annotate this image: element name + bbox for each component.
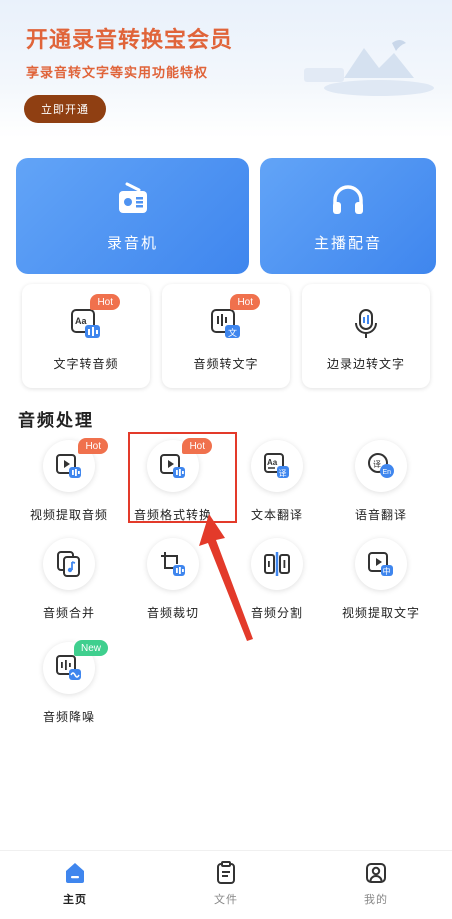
hot-badge: Hot: [90, 294, 120, 310]
annotation-arrow-icon: [199, 514, 253, 641]
crop-icon: [161, 552, 185, 576]
denoise-icon: [56, 655, 81, 680]
open-vip-button[interactable]: 立即开通: [24, 95, 106, 123]
video-text-icon: 中: [368, 552, 393, 576]
banner-subtitle: 享录音转文字等实用功能特权: [26, 66, 209, 81]
text-to-audio-icon: Aa: [71, 308, 100, 338]
tool-icon-circle: [147, 538, 199, 590]
svg-text:译: 译: [279, 469, 287, 478]
tool-video-extract-audio[interactable]: Hot 视频提取音频: [14, 438, 124, 530]
headphones-icon: [333, 184, 363, 214]
svg-text:译: 译: [373, 460, 381, 469]
new-badge: New: [73, 640, 108, 656]
tool-label: 视频提取音频: [29, 508, 108, 522]
nav-mine-label: 我的: [364, 893, 388, 906]
nav-home[interactable]: 主页: [45, 861, 105, 907]
file-icon: [217, 861, 235, 884]
anchor-dubbing-label: 主播配音: [313, 233, 382, 252]
audio-to-text-card[interactable]: Hot 文 音频转文字: [162, 284, 290, 388]
tool-icon-circle: [43, 538, 95, 590]
nav-mine[interactable]: 我的: [346, 861, 406, 907]
hot-badge: Hot: [230, 294, 260, 310]
tool-label: 音频裁切: [146, 606, 199, 620]
merge-icon: [57, 551, 80, 577]
split-icon: [264, 552, 290, 576]
text-to-audio-label: 文字转音频: [53, 356, 119, 371]
radio-icon: [118, 182, 147, 213]
svg-text:中: 中: [383, 566, 391, 576]
tool-audio-merge[interactable]: 音频合并: [14, 538, 124, 628]
section-title-audio-processing: 音频处理: [18, 411, 94, 431]
microphone-icon: [355, 308, 377, 338]
tool-label: 视频提取文字: [341, 606, 420, 620]
tool-audio-denoise[interactable]: New 音频降噪: [14, 640, 124, 732]
banner-title: 开通录音转换宝会员: [26, 27, 234, 53]
tool-label: 语音翻译: [354, 508, 407, 522]
svg-text:En: En: [383, 469, 392, 476]
video-audio-icon: [56, 454, 81, 478]
svg-text:Aa: Aa: [267, 458, 278, 467]
recorder-label: 录音机: [106, 233, 158, 252]
audio-to-text-label: 音频转文字: [193, 356, 259, 371]
banner-decoration-icon: [304, 40, 434, 96]
tool-icon-circle: Aa 译: [251, 440, 303, 492]
nav-home-label: 主页: [63, 893, 87, 906]
audio-to-text-icon: 文: [211, 308, 240, 339]
home-icon: [66, 863, 84, 883]
tool-icon-circle: 译 En: [355, 440, 407, 492]
nav-files[interactable]: 文件: [196, 861, 256, 907]
live-transcribe-label: 边录边转文字: [326, 356, 405, 371]
bottom-nav: 主页 文件 我的: [0, 850, 452, 919]
recorder-card[interactable]: 录音机: [16, 158, 249, 274]
tool-video-extract-text[interactable]: 中 视频提取文字: [326, 538, 436, 628]
anchor-dubbing-card[interactable]: 主播配音: [260, 158, 436, 274]
tool-label: 音频降噪: [42, 710, 95, 724]
text-translate-icon: Aa 译: [264, 453, 289, 478]
voice-translate-icon: 译 En: [368, 453, 394, 478]
live-transcribe-card[interactable]: 边录边转文字: [302, 284, 430, 388]
text-to-audio-card[interactable]: Hot Aa 文字转音频: [22, 284, 150, 388]
tool-label: 音频合并: [42, 606, 95, 620]
hot-badge: Hot: [78, 438, 108, 454]
nav-files-label: 文件: [214, 893, 238, 906]
vip-banner[interactable]: 开通录音转换宝会员 享录音转文字等实用功能特权 立即开通: [0, 0, 452, 138]
user-icon: [366, 863, 386, 883]
tool-voice-translate[interactable]: 译 En 语音翻译: [326, 440, 436, 530]
svg-text:Aa: Aa: [75, 316, 87, 326]
svg-text:文: 文: [228, 327, 237, 339]
tool-icon-circle: 中: [355, 538, 407, 590]
